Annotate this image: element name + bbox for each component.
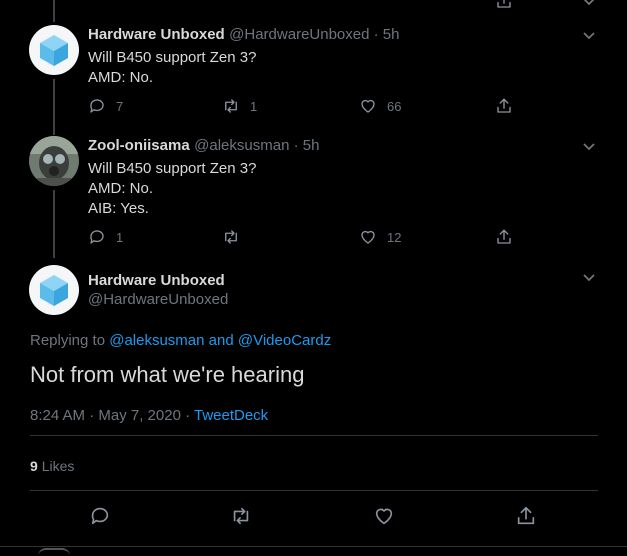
share-icon [497, 229, 511, 244]
tweet-menu-button[interactable] [582, 28, 596, 42]
like-button[interactable] [373, 505, 395, 527]
avatar-hardware-unboxed[interactable] [29, 25, 79, 75]
retweet-button[interactable] [222, 228, 250, 246]
like-button[interactable]: 12 [359, 228, 401, 246]
mention-link[interactable]: @aleksusman [109, 332, 204, 349]
tweet-line: AMD: No. [88, 69, 154, 86]
retweet-count: 1 [250, 98, 258, 114]
source-link[interactable]: TweetDeck [194, 407, 268, 424]
tweet-header: Zool-oniisama @aleksusman · 5h [88, 137, 319, 155]
heart-icon [361, 230, 375, 244]
avatar-zool-oniisama[interactable] [29, 136, 79, 186]
cube-logo-avatar [29, 25, 79, 75]
share-button[interactable] [495, 97, 513, 115]
retweet-icon [233, 507, 249, 525]
tweet-text: Will B450 support Zen 3? AMD: No. [88, 48, 256, 88]
heart-icon [361, 99, 375, 113]
thread-line [53, 79, 55, 135]
author-handle-time[interactable]: @aleksusman · 5h [194, 137, 319, 154]
divider [30, 435, 598, 436]
share-button-prev[interactable] [495, 0, 513, 10]
tweet-menu-button[interactable] [582, 139, 596, 153]
retweet-icon [225, 230, 237, 244]
replying-and: and [208, 332, 234, 349]
tweet-line: Will B450 support Zen 3? [88, 160, 257, 177]
share-icon [497, 98, 511, 113]
chevron-down-icon [583, 143, 595, 151]
reply-icon [91, 507, 109, 525]
tweet-text: Will B450 support Zen 3? AMD: No. AIB: Y… [88, 159, 256, 219]
thread-line-top [53, 0, 55, 22]
author-handle-time[interactable]: @HardwareUnboxed · 5h [229, 26, 399, 43]
likes-count: 9 [30, 458, 38, 474]
retweet-button[interactable]: 1 [222, 97, 257, 115]
mention-link[interactable]: @VideoCardz [238, 332, 331, 349]
tweet-menu-prev[interactable] [582, 0, 596, 8]
chevron-down-icon [583, 0, 595, 6]
timestamp[interactable]: 8:24 AM · May 7, 2020 · [30, 407, 194, 424]
reply-count: 7 [116, 98, 124, 114]
chevron-down-icon [583, 32, 595, 40]
share-button[interactable] [495, 228, 513, 246]
reply-count: 1 [116, 229, 124, 245]
author-name[interactable]: Hardware Unboxed [88, 26, 225, 43]
cube-logo-avatar [29, 265, 79, 315]
author-handle[interactable]: @HardwareUnboxed [88, 291, 228, 308]
author-name[interactable]: Zool-oniisama [88, 137, 190, 154]
thread-line [53, 190, 55, 258]
heart-icon [375, 508, 393, 525]
like-count: 12 [387, 229, 402, 245]
share-icon [497, 0, 511, 8]
tweet-meta: 8:24 AM · May 7, 2020 · TweetDeck [30, 407, 268, 424]
chevron-down-icon [583, 274, 595, 282]
share-icon [517, 506, 535, 525]
next-tweet-avatar-edge [38, 548, 70, 556]
tweet-menu-button[interactable] [582, 270, 596, 284]
retweet-button[interactable] [230, 505, 252, 527]
tweet-line: AMD: No. [88, 180, 154, 197]
divider [30, 490, 598, 491]
like-count: 66 [387, 98, 402, 114]
reply-icon [90, 230, 104, 244]
like-button[interactable]: 66 [359, 97, 401, 115]
reply-icon [90, 99, 104, 113]
avatar-hardware-unboxed[interactable] [29, 265, 79, 315]
reply-button[interactable] [89, 505, 111, 527]
likes-summary[interactable]: 9 Likes [30, 458, 74, 474]
replying-to: Replying to @aleksusman and @VideoCardz [30, 332, 331, 349]
reply-button[interactable]: 7 [88, 97, 123, 115]
tweet-header: Hardware Unboxed @HardwareUnboxed · 5h [88, 26, 399, 44]
reply-button[interactable]: 1 [88, 228, 123, 246]
tweet-line: AIB: Yes. [88, 200, 149, 217]
replying-prefix: Replying to [30, 332, 106, 349]
share-button[interactable] [515, 505, 537, 527]
main-tweet-text: Not from what we're hearing [30, 362, 305, 387]
author-name[interactable]: Hardware Unboxed [88, 272, 225, 289]
gas-mask-avatar [29, 136, 79, 186]
likes-label: Likes [41, 458, 75, 474]
divider [0, 546, 627, 547]
tweet-line: Will B450 support Zen 3? [88, 49, 257, 66]
retweet-icon [225, 99, 237, 113]
